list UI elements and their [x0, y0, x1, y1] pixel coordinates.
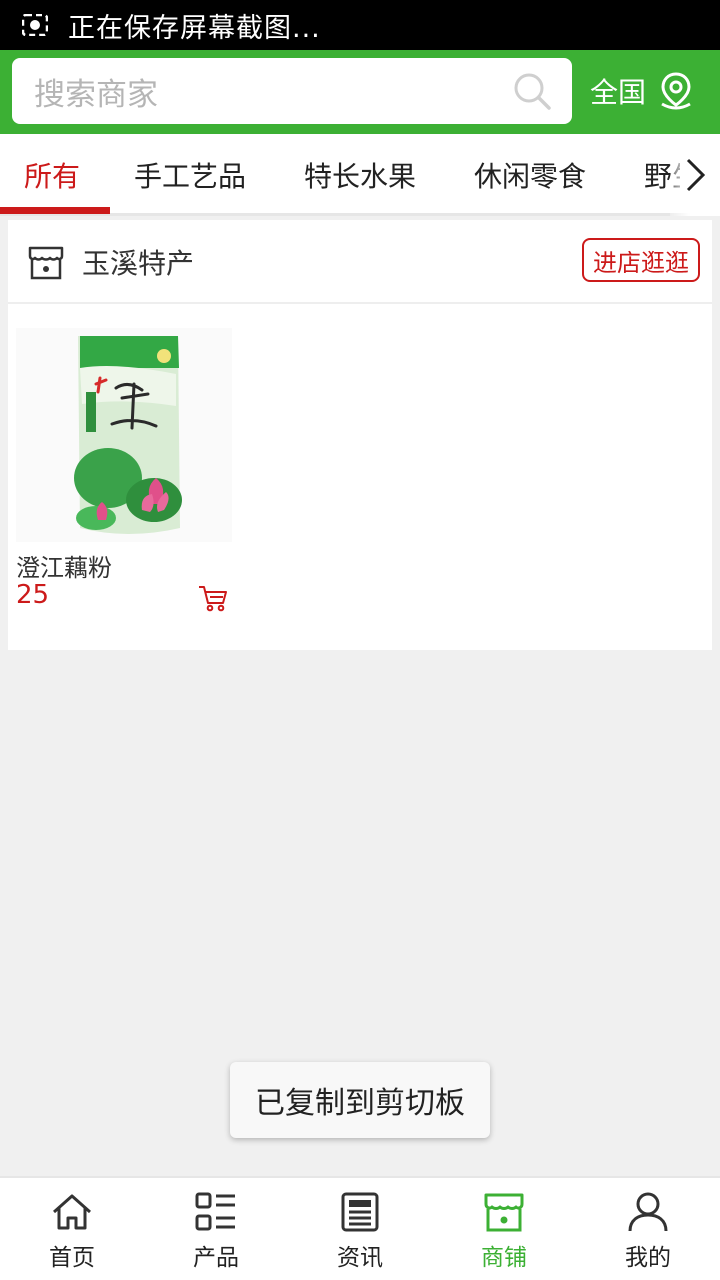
shop-name: 玉溪特产 [82, 247, 195, 280]
nav-item-profile[interactable]: 我的 [576, 1178, 720, 1280]
toast-message: 已复制到剪切板 [230, 1062, 490, 1138]
active-tab-indicator [0, 207, 110, 214]
home-icon [53, 1194, 91, 1230]
nav-item-home[interactable]: 首页 [0, 1178, 144, 1280]
nav-label-home: 首页 [49, 1245, 95, 1271]
nav-item-shops[interactable]: 商铺 [432, 1178, 576, 1280]
product-image[interactable] [16, 328, 232, 542]
shop-header[interactable]: 玉溪特产 进店逛逛 [8, 220, 712, 304]
screenshot-icon [22, 14, 48, 36]
location-pin-icon [661, 72, 691, 110]
storefront-icon [28, 246, 64, 280]
tab-all[interactable]: 所有 [24, 134, 80, 216]
news-icon [341, 1192, 379, 1232]
add-to-cart-icon[interactable] [198, 584, 228, 612]
search-placeholder: 搜索商家 [34, 76, 158, 113]
user-icon [628, 1192, 668, 1232]
status-bar: 正在保存屏幕截图... [0, 0, 720, 50]
nav-label-products: 产品 [193, 1245, 239, 1271]
nav-label-shops: 商铺 [481, 1245, 527, 1271]
status-text: 正在保存屏幕截图... [68, 12, 321, 44]
region-selector[interactable]: 全国 [590, 58, 696, 124]
tab-specialty-fruit[interactable]: 特长水果 [304, 134, 416, 216]
chevron-right-icon [686, 158, 706, 192]
nav-item-news[interactable]: 资讯 [288, 1178, 432, 1280]
nav-label-news: 资讯 [337, 1245, 383, 1271]
search-input[interactable]: 搜索商家 [12, 58, 572, 124]
shop-card: 玉溪特产 进店逛逛 澄江藕粉 25 [8, 220, 712, 650]
search-icon[interactable] [512, 71, 552, 111]
tabs-scroll-right-button[interactable] [670, 134, 720, 216]
product-price: 25 [16, 580, 50, 610]
region-label: 全国 [590, 76, 647, 109]
nav-item-products[interactable]: 产品 [144, 1178, 288, 1280]
tab-snacks[interactable]: 休闲零食 [474, 134, 586, 216]
shop-icon [484, 1193, 524, 1232]
enter-shop-button[interactable]: 进店逛逛 [582, 238, 700, 282]
category-scroll[interactable]: 所有 手工艺品 特长水果 休闲零食 野生菌 [0, 134, 680, 216]
top-bar: 搜索商家 全国 [0, 50, 720, 134]
bottom-nav: 首页 产品 资讯 商铺 我的 [0, 1176, 720, 1280]
product-list-icon [195, 1192, 235, 1231]
category-tabs: 所有 手工艺品 特长水果 休闲零食 野生菌 [0, 134, 720, 216]
nav-label-profile: 我的 [625, 1245, 671, 1271]
product-name: 澄江藕粉 [16, 554, 112, 582]
tab-handicrafts[interactable]: 手工艺品 [134, 134, 246, 216]
